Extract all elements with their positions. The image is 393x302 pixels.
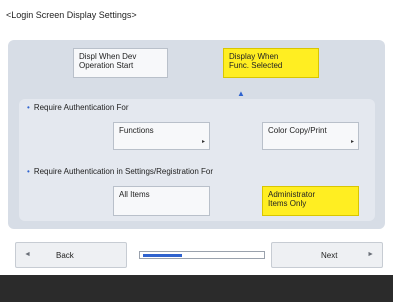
back-button-label: Back — [56, 251, 74, 260]
arrow-right-icon: ► — [367, 251, 374, 258]
caret-right-icon: ▸ — [201, 139, 205, 145]
next-button-label: Next — [321, 251, 338, 260]
footer-bar — [0, 275, 393, 302]
progress-bar — [139, 251, 265, 259]
display-when-func-selected-button[interactable]: Display When Func. Selected — [223, 48, 319, 78]
caret-right-icon: ▸ — [350, 139, 354, 145]
displ-when-dev-operation-start-button[interactable]: Displ When Dev Operation Start — [73, 48, 168, 78]
back-button[interactable]: ◄ Back — [15, 242, 127, 268]
next-button[interactable]: Next ► — [271, 242, 383, 268]
arrow-left-icon: ◄ — [24, 251, 31, 258]
functions-button[interactable]: Functions ▸ — [113, 122, 210, 150]
administrator-items-only-button[interactable]: Administrator Items Only — [262, 186, 359, 216]
bullet-icon: • — [27, 103, 30, 112]
section-require-authentication-settings: • Require Authentication in Settings/Regi… — [27, 167, 213, 176]
section-heading: Require Authentication For — [33, 103, 129, 112]
section-require-authentication-for: • Require Authentication For — [27, 103, 129, 112]
selection-pointer-icon: ▲ — [237, 89, 245, 98]
progress-fill — [143, 254, 182, 257]
all-items-button[interactable]: All Items — [113, 186, 210, 216]
bullet-icon: • — [27, 167, 30, 176]
section-heading: Require Authentication in Settings/Regis… — [33, 167, 214, 176]
color-copy-print-button-label: Color Copy/Print — [268, 126, 327, 135]
color-copy-print-button[interactable]: Color Copy/Print ▸ — [262, 122, 359, 150]
page-title: <Login Screen Display Settings> — [6, 10, 137, 20]
functions-button-label: Functions — [119, 126, 154, 135]
